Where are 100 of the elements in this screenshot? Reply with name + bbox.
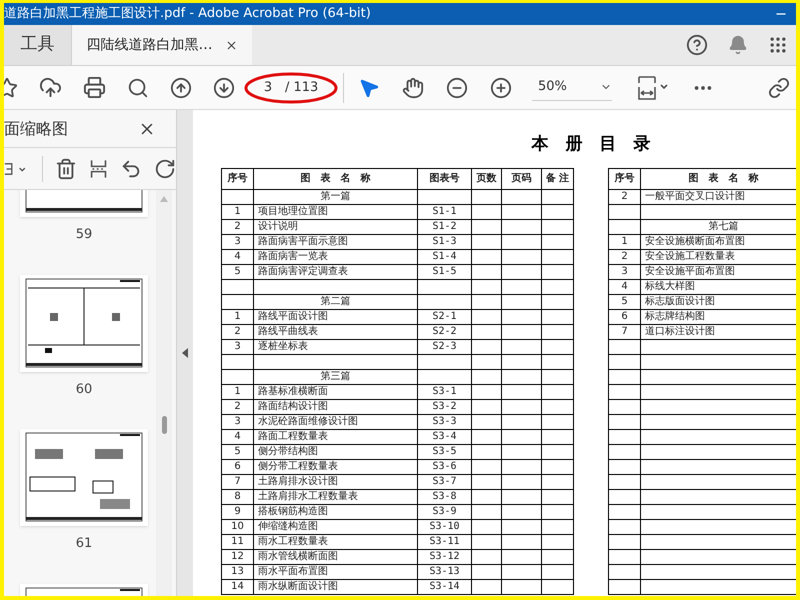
table-cell: 雨水纵断面设计图 [258,580,338,592]
table-cell: 第三篇 [320,370,350,382]
fit-page-icon[interactable] [636,74,670,100]
zoom-in-icon[interactable] [490,76,512,98]
table-cell: 10 [231,520,244,532]
table-cell: S3-2 [432,400,457,412]
trash-icon[interactable] [54,158,77,180]
table-cell: S2-3 [432,340,457,352]
table-cell: 1 [234,386,241,396]
table-cell: 14 [231,580,244,592]
table-cell: S3-5 [432,446,457,456]
column-header: 页数 [476,173,496,184]
table-cell: 2 [234,326,241,336]
table-cell: 4 [621,280,628,292]
column-header: 序号 [614,173,634,184]
table-cell: 雨水工程数量表 [258,536,328,546]
tab[interactable]: 四陆线道路白加黑… [72,25,252,65]
table-cell: 安全设施工程数量表 [645,250,735,262]
table-cell: S3-13 [429,566,460,576]
table-cell: 6 [621,310,628,322]
table-cell: 设计说明 [258,220,298,232]
table-cell: 标线大样图 [645,280,695,292]
apps-icon[interactable] [768,35,788,55]
table-cell: 8 [234,490,241,502]
table-cell: 3 [234,416,241,426]
table-cell: S3-14 [429,580,460,592]
table-cell: 路基标准横断面 [258,386,328,396]
table-cell: 路面工程数量表 [258,430,328,442]
table-cell: 路线平面设计图 [258,310,328,322]
table-cell: 3 [234,236,241,246]
window-title: 道路白加黑工程施工图设计.pdf - Adobe Acrobat Pro (64-bit) [4,5,371,24]
table-cell: 3 [234,340,241,352]
page-number: 60 [76,380,92,398]
help-icon[interactable] [686,34,708,56]
next-page-icon[interactable] [213,76,235,98]
table-cell: 路面结构设计图 [258,400,328,412]
table-cell: S1-1 [432,206,457,216]
table-cell: S3-1 [432,386,457,396]
scrollbar[interactable] [156,190,172,596]
column-header: 图表号 [430,173,460,184]
table-cell: 路面病害平面示意图 [258,236,348,246]
table-cell: 5 [621,296,628,306]
table-cell: 水泥砼路面维修设计图 [258,416,358,426]
page-thumbnail[interactable] [20,429,148,526]
zoom-dropdown[interactable]: 50% [532,74,612,100]
table-cell: 第七篇 [708,220,738,232]
previous-page-icon[interactable] [170,76,192,98]
table-cell: 7 [621,326,628,336]
table-cell: 路面病害一览表 [258,250,328,262]
hand-icon[interactable] [402,76,424,98]
table-cell: 12 [231,550,244,562]
table-cell: S3-9 [432,506,457,516]
table-cell: 5 [234,266,241,276]
table-cell: 雨水管线横断面图 [258,550,338,562]
rotate-right-icon[interactable] [154,158,176,180]
table-cell: 项目地理位置图 [258,206,328,216]
cloud-upload-icon[interactable] [39,76,62,99]
table-cell: S3-4 [432,430,457,442]
table-cell: S3-10 [429,520,460,532]
search-icon[interactable] [127,76,149,98]
table-cell: 9 [234,506,241,516]
table-cell: S3-12 [429,550,460,562]
print-icon[interactable] [83,76,106,99]
document-title: 本 册 目 录 [532,133,650,156]
bell-icon[interactable] [728,35,748,55]
page-number: 61 [76,535,92,553]
tab[interactable]: 工具 [4,25,72,65]
table-cell: S3-8 [432,490,457,502]
table-cell: S3-7 [432,476,457,486]
table-cell: S1-2 [432,220,457,232]
table-cell: 搭板钢筋构造图 [258,506,328,516]
table-cell: 土路肩排水工程数量表 [258,490,358,502]
table-cell: S1-4 [432,250,457,262]
insert-page-icon[interactable] [88,158,108,180]
table-cell: 逐桩坐标表 [258,340,308,352]
table-cell: S2-2 [432,326,457,336]
pointer-icon[interactable] [358,76,380,98]
table-cell: 1 [234,206,241,216]
table-cell: 2 [234,400,241,412]
table-cell: 2 [621,190,628,202]
page-number-field[interactable]: 3 [257,78,279,98]
page-thumbnail[interactable] [20,274,148,372]
table-cell: 1 [621,236,628,246]
close-tab-icon[interactable] [224,38,238,52]
column-header: 图 表 名 称 [300,173,370,184]
page-number: 59 [76,226,92,244]
scroll-thumb[interactable] [162,416,166,434]
table-cell: 道口标注设计图 [645,326,715,336]
rotate-left-icon[interactable] [120,158,142,180]
table-cell: 雨水平面布置图 [258,566,328,576]
table-cell: S1-5 [432,266,457,276]
table-cell: 安全设施平面布置图 [645,266,735,276]
zoom-out-icon[interactable] [446,76,468,98]
table-cell: 第一篇 [320,190,350,202]
share-link-icon[interactable] [768,76,790,98]
table-cell: 3 [621,266,628,276]
table-cell: 13 [231,566,244,576]
table-cell: 一般平面交叉口设计图 [645,190,745,202]
collapse-icon[interactable] [182,348,188,358]
table-cell: 11 [231,536,244,546]
